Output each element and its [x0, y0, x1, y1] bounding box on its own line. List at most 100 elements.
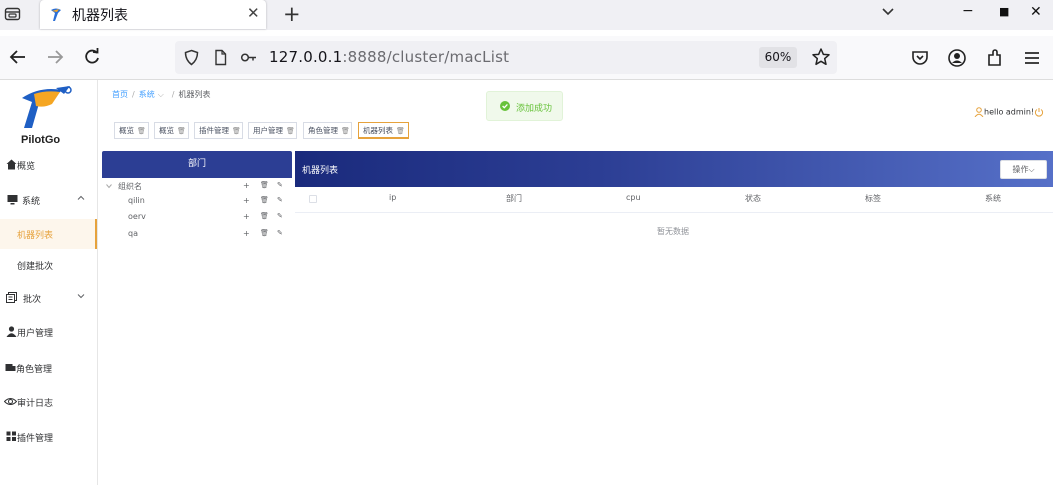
edit-node-icon[interactable]: ✎: [277, 196, 286, 205]
tag-user-management[interactable]: 用户管理 🗑: [248, 122, 297, 139]
tag-label: 机器列表: [363, 126, 393, 135]
tab-list-chevron-icon[interactable]: [880, 4, 896, 20]
operation-dropdown-button[interactable]: 操作⌵: [1000, 160, 1047, 179]
browser-tab-bar: 机器列表 ✕ + − ■ ✕: [0, 0, 1053, 30]
window-close-icon[interactable]: ✕: [1030, 4, 1042, 20]
delete-node-icon[interactable]: 🗑: [260, 196, 269, 205]
pocket-icon[interactable]: [910, 48, 930, 68]
tree-node-root[interactable]: 组织名 + 🗑 ✎: [104, 180, 290, 195]
maximize-icon[interactable]: ■: [999, 5, 1009, 18]
department-panel-header: 部门: [102, 151, 292, 178]
column-header-tags[interactable]: 标签: [865, 193, 881, 204]
add-node-icon[interactable]: +: [243, 212, 252, 221]
sidebar-item-create-batch[interactable]: 创建批次: [0, 250, 97, 280]
breadcrumb-home[interactable]: 首页: [112, 90, 128, 99]
sidebar-item-overview[interactable]: 概览: [0, 150, 97, 180]
url-text[interactable]: 127.0.0.1:8888/cluster/macList: [269, 48, 509, 66]
column-header-cpu[interactable]: cpu: [626, 193, 641, 202]
add-node-icon[interactable]: +: [243, 229, 252, 238]
column-header-ip[interactable]: ip: [389, 193, 396, 202]
breadcrumb-system[interactable]: 系统: [139, 90, 155, 99]
delete-node-icon[interactable]: 🗑: [260, 212, 269, 221]
column-header-department[interactable]: 部门: [506, 193, 522, 204]
power-icon[interactable]: [1034, 107, 1044, 117]
window-list-icon[interactable]: [4, 6, 21, 22]
user-menu[interactable]: hello admin!: [974, 107, 1044, 117]
delete-tag-icon[interactable]: 🗑: [396, 127, 405, 135]
caret-down-icon[interactable]: [106, 183, 112, 189]
back-icon[interactable]: [8, 47, 28, 67]
url-path: :8888/cluster/macList: [342, 48, 510, 66]
sidebar-item-machine-list[interactable]: 机器列表: [0, 219, 97, 249]
tag-label: 概览: [159, 126, 174, 135]
empty-table-text: 暂无数据: [657, 227, 689, 236]
chevron-down-icon: [77, 294, 85, 299]
tree-node-qilin[interactable]: qilin + 🗑 ✎: [104, 195, 290, 210]
sidebar-item-batch[interactable]: 批次: [0, 283, 97, 313]
tag-overview[interactable]: 概览 🗑: [114, 122, 149, 139]
breadcrumb: 首页 / 系统 ⌵ / 机器列表: [112, 90, 211, 99]
delete-node-icon[interactable]: 🗑: [260, 181, 269, 190]
address-bar[interactable]: 127.0.0.1:8888/cluster/macList 60%: [175, 41, 837, 74]
breadcrumb-current: 机器列表: [178, 90, 211, 99]
machine-list-title: 机器列表: [302, 166, 339, 176]
operation-button-label: 操作: [1012, 165, 1029, 174]
sidebar-item-user-management[interactable]: 用户管理: [0, 317, 97, 347]
delete-tag-icon[interactable]: 🗑: [177, 127, 186, 135]
monitor-icon: [7, 195, 18, 205]
tag-role-management[interactable]: 角色管理 🗑: [303, 122, 352, 139]
bookmark-star-icon[interactable]: [811, 47, 831, 67]
sidebar-item-plugin-management[interactable]: 插件管理: [0, 422, 97, 452]
sidebar-item-label: 审计日志: [17, 399, 54, 409]
user-greeting: hello admin!: [984, 107, 1035, 117]
success-check-icon: [500, 101, 510, 111]
browser-tab[interactable]: 机器列表 ✕: [40, 0, 266, 29]
tag-label: 概览: [119, 126, 134, 135]
toast-text: 添加成功: [516, 104, 553, 114]
minimize-icon[interactable]: −: [962, 3, 974, 19]
new-tab-icon[interactable]: +: [283, 2, 301, 26]
menu-icon[interactable]: [1022, 48, 1042, 68]
forward-icon[interactable]: [45, 47, 65, 67]
delete-tag-icon[interactable]: 🗑: [137, 127, 146, 135]
machine-list-header: 机器列表 操作⌵: [295, 151, 1053, 187]
shield-icon[interactable]: [183, 49, 200, 66]
sidebar-item-label: 插件管理: [17, 434, 54, 444]
column-header-os[interactable]: 系统: [985, 193, 1001, 204]
add-node-icon[interactable]: +: [243, 181, 252, 190]
url-host: 127.0.0.1: [269, 48, 343, 66]
delete-tag-icon[interactable]: 🗑: [341, 127, 350, 135]
logo-text: PilotGo: [21, 134, 61, 146]
home-icon: [6, 159, 17, 170]
tag-machine-list[interactable]: 机器列表 🗑: [358, 122, 409, 139]
user-icon: [6, 326, 17, 337]
tag-plugin-management[interactable]: 插件管理 🗑: [194, 122, 243, 139]
edit-node-icon[interactable]: ✎: [277, 181, 286, 190]
account-icon[interactable]: [947, 48, 967, 68]
tree-node-label: 组织名: [118, 182, 142, 191]
extensions-icon[interactable]: [985, 48, 1005, 68]
zoom-level[interactable]: 60%: [759, 47, 797, 68]
tag-label: 角色管理: [308, 126, 338, 135]
tree-node-qa[interactable]: qa + 🗑 ✎: [104, 228, 290, 243]
sidebar-item-audit-log[interactable]: 审计日志: [0, 387, 97, 417]
sidebar-item-role-management[interactable]: 角色管理: [0, 353, 97, 383]
eye-icon: [4, 398, 17, 405]
add-node-icon[interactable]: +: [243, 196, 252, 205]
edit-node-icon[interactable]: ✎: [277, 212, 286, 221]
page-icon[interactable]: [212, 49, 229, 66]
delete-tag-icon[interactable]: 🗑: [232, 127, 241, 135]
tree-node-oerv[interactable]: oerv + 🗑 ✎: [104, 211, 290, 226]
edit-node-icon[interactable]: ✎: [277, 229, 286, 238]
key-icon[interactable]: [240, 49, 257, 66]
select-all-checkbox[interactable]: [309, 195, 317, 203]
reload-icon[interactable]: [82, 47, 102, 67]
delete-tag-icon[interactable]: 🗑: [286, 127, 295, 135]
delete-node-icon[interactable]: 🗑: [260, 229, 269, 238]
column-header-status[interactable]: 状态: [745, 193, 761, 204]
close-tab-icon[interactable]: ✕: [247, 4, 260, 22]
sidebar-item-label: 用户管理: [17, 329, 54, 339]
sidebar-item-system[interactable]: 系统: [0, 185, 97, 215]
pilotgo-logo: [22, 86, 72, 128]
tag-overview-2[interactable]: 概览 🗑: [154, 122, 189, 139]
